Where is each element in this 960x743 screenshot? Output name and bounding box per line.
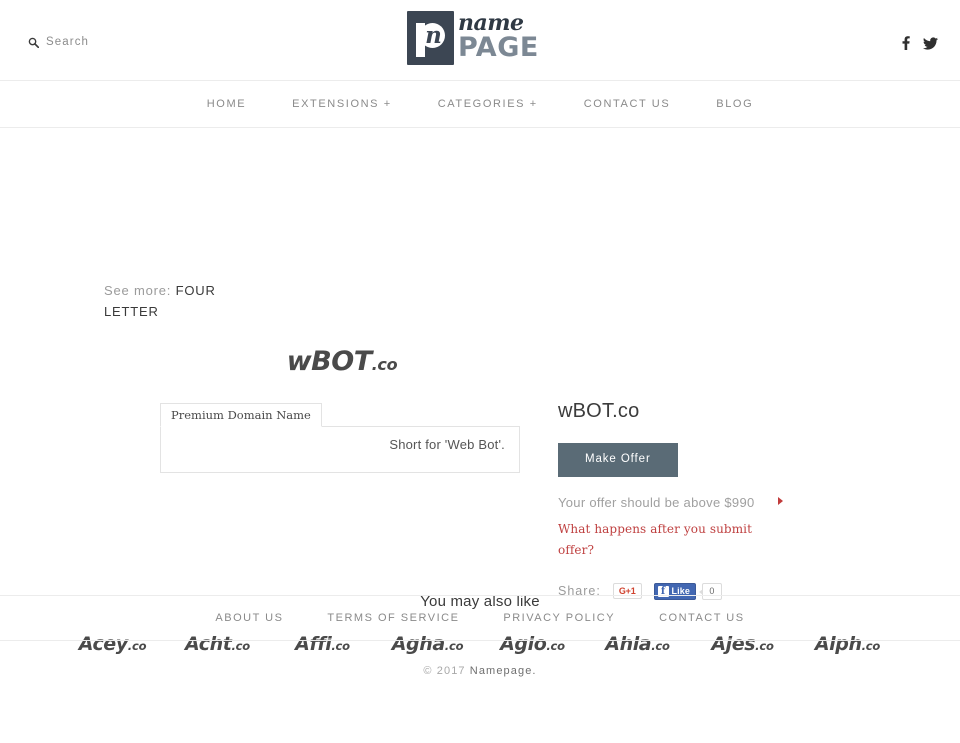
nav-item-home[interactable]: HOME bbox=[184, 98, 269, 110]
related-domain-tld: .co bbox=[861, 639, 881, 653]
copyright: © 2017 Namepage. bbox=[0, 665, 960, 677]
domain-logo: wBOT.co bbox=[0, 346, 684, 377]
tab-premium-domain-name[interactable]: Premium Domain Name bbox=[160, 403, 322, 427]
related-domain-tld: .co bbox=[127, 639, 147, 653]
logo-text: name PAGE bbox=[458, 11, 539, 62]
footer-navigation: ABOUT US TERMS OF SERVICE PRIVACY POLICY… bbox=[0, 595, 960, 641]
twitter-link[interactable] bbox=[923, 36, 938, 50]
footer-link-privacy-policy[interactable]: PRIVACY POLICY bbox=[481, 612, 637, 624]
related-domain-tld: .co bbox=[651, 639, 670, 653]
offer-minimum-text: Your offer should be above $990 bbox=[558, 494, 755, 510]
main-navigation: HOME EXTENSIONS + CATEGORIES + CONTACT U… bbox=[0, 81, 960, 128]
related-domain-tld: .co bbox=[331, 639, 350, 653]
footer-link-about-us[interactable]: ABOUT US bbox=[193, 612, 305, 624]
domain-logo-tld: .co bbox=[371, 355, 398, 374]
domain-logo-name: wBOT bbox=[286, 346, 372, 377]
offer-minimum-note: Your offer should be above $990 What hap… bbox=[558, 492, 783, 561]
copyright-prefix: © 2017 bbox=[423, 665, 470, 677]
page-title: wBOT.co bbox=[558, 400, 640, 422]
search-icon bbox=[28, 37, 39, 48]
logo-bold-text: PAGE bbox=[458, 32, 539, 63]
search-button[interactable]: Search bbox=[28, 36, 89, 48]
footer-link-terms-of-service[interactable]: TERMS OF SERVICE bbox=[305, 612, 481, 624]
top-bar: Search n name PAGE bbox=[0, 0, 960, 81]
nav-item-blog[interactable]: BLOG bbox=[693, 98, 776, 110]
tab-panel-description: Short for 'Web Bot'. bbox=[160, 426, 520, 473]
twitter-icon bbox=[923, 36, 938, 50]
offer-arrow-icon bbox=[778, 496, 783, 505]
logo-mark-icon: n bbox=[407, 11, 454, 65]
footer-link-contact-us[interactable]: CONTACT US bbox=[637, 612, 767, 624]
related-domain-tld: .co bbox=[444, 639, 464, 653]
nav-item-categories[interactable]: CATEGORIES + bbox=[415, 98, 561, 110]
see-more: See more: FOUR LETTER bbox=[104, 280, 244, 322]
site-logo[interactable]: n name PAGE bbox=[407, 11, 553, 67]
domain-detail: wBOT.co Make Offer Your offer should be … bbox=[558, 400, 938, 600]
tab-strip: Premium Domain Name bbox=[160, 402, 520, 427]
social-links bbox=[902, 36, 938, 50]
related-domain-tld: .co bbox=[546, 639, 565, 653]
related-domain-tld: .co bbox=[755, 639, 774, 653]
facebook-icon bbox=[902, 36, 910, 50]
make-offer-button[interactable]: Make Offer bbox=[558, 443, 678, 477]
nav-item-extensions[interactable]: EXTENSIONS + bbox=[269, 98, 415, 110]
nav-item-contact-us[interactable]: CONTACT US bbox=[561, 98, 694, 110]
see-more-label: See more: bbox=[104, 283, 172, 298]
related-domain-tld: .co bbox=[231, 639, 250, 653]
copyright-brand: Namepage. bbox=[469, 665, 537, 677]
offer-faq-link[interactable]: What happens after you submit offer? bbox=[558, 519, 773, 561]
page-root: Search n name PAGE HOME EXTENSIONS + CAT… bbox=[0, 0, 960, 743]
logo-script-text: name bbox=[458, 10, 524, 36]
logo-mark-glyph: n bbox=[425, 22, 442, 49]
search-label: Search bbox=[46, 36, 90, 48]
facebook-link[interactable] bbox=[902, 36, 910, 50]
info-tabs: Premium Domain Name Short for 'Web Bot'. bbox=[160, 402, 520, 473]
